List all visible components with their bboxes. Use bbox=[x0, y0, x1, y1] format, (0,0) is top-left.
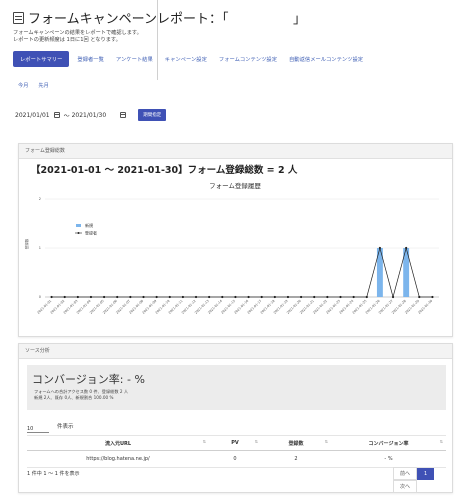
this-month-link[interactable]: 今月 bbox=[18, 82, 28, 89]
point-registrant[interactable] bbox=[89, 295, 93, 299]
tab-registrant-list[interactable]: 登録者一覧 bbox=[77, 55, 104, 63]
pagination-page-1[interactable]: 1 bbox=[417, 468, 435, 480]
cell-conversion-rate: - % bbox=[331, 450, 446, 468]
registration-card-header: フォーム登録総数 bbox=[19, 144, 452, 159]
period-links: 今月 先月 bbox=[18, 82, 49, 89]
chart-ylabel: 登録数 bbox=[24, 238, 29, 249]
point-registrant[interactable] bbox=[326, 295, 329, 299]
tab-survey-results[interactable]: アンケート結果 bbox=[116, 55, 153, 63]
point-registrant[interactable] bbox=[103, 295, 106, 299]
tab-report-summary[interactable]: レポートサマリー bbox=[13, 51, 70, 67]
point-registrant[interactable] bbox=[418, 295, 421, 299]
point-registrant[interactable] bbox=[142, 295, 145, 299]
series-line-registrant bbox=[51, 246, 433, 299]
y-tick-label: 0 bbox=[39, 295, 41, 299]
tab-autoreply-mail-settings[interactable]: 自動返信メールコンテンツ設定 bbox=[289, 55, 363, 63]
cell-source-url: https://blog.hatena.ne.jp/ bbox=[27, 450, 209, 468]
date-range-form: 2021/01/01 ～ 2021/01/30 期間指定 bbox=[15, 109, 167, 121]
source-analysis-card: ソース分析 コンバージョン率: - % フォームへの合計アクセス数 0 件、登録… bbox=[18, 343, 453, 493]
page-title-tail: 」 bbox=[293, 12, 307, 27]
table-row: https://blog.hatena.ne.jp/ 0 2 - % bbox=[27, 450, 446, 468]
point-registrant[interactable] bbox=[378, 246, 381, 250]
column-header-conversion-rate[interactable]: コンバージョン率 ⇅ bbox=[331, 435, 446, 451]
legend-swatch-new bbox=[76, 224, 81, 227]
point-registrant[interactable] bbox=[168, 295, 171, 299]
point-registrant[interactable] bbox=[129, 295, 132, 299]
point-registrant[interactable] bbox=[234, 295, 237, 299]
table-info: 1 件中 1 ～ 1 件を表示 bbox=[27, 471, 80, 477]
source-table: 流入元URL ⇅ PV ⇅ 登録数 ⇅ コンバージョン率 ⇅ https://blog.… bbox=[27, 435, 446, 468]
column-header-source-url[interactable]: 流入元URL ⇅ bbox=[27, 435, 209, 451]
cell-registrations: 2 bbox=[261, 450, 331, 468]
sort-icon[interactable]: ⇅ bbox=[203, 439, 206, 444]
column-header-pv[interactable]: PV ⇅ bbox=[209, 435, 261, 451]
y-tick-label: 1 bbox=[39, 246, 41, 250]
conversion-summary-box: コンバージョン率: - % フォームへの合計アクセス数 0 件、登録総数 2 人… bbox=[27, 365, 446, 410]
legend-label-registrant: 登録者 bbox=[85, 230, 97, 236]
pagination-prev[interactable]: 前へ bbox=[393, 467, 418, 480]
chart-title: フォーム登録履歴 bbox=[209, 181, 261, 190]
period-submit-button[interactable]: 期間指定 bbox=[138, 109, 167, 121]
legend-label-new: 新規 bbox=[85, 222, 93, 228]
point-registrant[interactable] bbox=[300, 295, 303, 299]
point-registrant[interactable] bbox=[221, 295, 224, 299]
registration-summary: 【2021-01-01 ～ 2021-01-30】フォーム登録総数 = 2 人 bbox=[31, 165, 298, 176]
point-registrant[interactable] bbox=[50, 295, 53, 299]
conversion-rate-title: コンバージョン率: - % bbox=[32, 373, 145, 386]
report-tabs: レポートサマリー 登録者一覧 アンケート結果 キャンペーン設定 フォームコンテン… bbox=[13, 51, 375, 67]
sort-icon[interactable]: ⇅ bbox=[255, 439, 258, 444]
tab-form-content-settings[interactable]: フォームコンテンツ設定 bbox=[219, 55, 277, 63]
point-registrant[interactable] bbox=[76, 295, 79, 299]
pagination: 前へ 1次へ bbox=[393, 467, 452, 493]
calendar-icon[interactable] bbox=[120, 112, 127, 118]
page-length-control: 10 件表示 bbox=[27, 418, 74, 433]
new-user-stats: 新規 2人、既存 0人、新規割合 100.00 % bbox=[34, 395, 114, 400]
date-to-input[interactable]: 2021/01/30 bbox=[72, 112, 107, 119]
page-title: フォームキャンペーンレポート：「 bbox=[28, 12, 229, 27]
report-icon bbox=[13, 11, 24, 24]
chart-legend[interactable]: 新規 登録者 bbox=[75, 222, 97, 236]
point-registrant[interactable] bbox=[260, 295, 263, 299]
registration-card: フォーム登録総数 【2021-01-01 ～ 2021-01-30】フォーム登録… bbox=[18, 143, 453, 337]
date-separator: ～ bbox=[63, 112, 70, 120]
sort-icon[interactable]: ⇅ bbox=[325, 439, 328, 444]
point-registrant[interactable] bbox=[431, 295, 434, 299]
point-registrant[interactable] bbox=[155, 295, 158, 299]
point-registrant[interactable] bbox=[63, 295, 66, 299]
divider bbox=[157, 0, 158, 80]
page-length-label: 件表示 bbox=[57, 423, 74, 430]
point-registrant[interactable] bbox=[116, 295, 119, 299]
column-header-registrations[interactable]: 登録数 ⇅ bbox=[261, 435, 331, 451]
cell-pv: 0 bbox=[209, 450, 261, 468]
point-registrant[interactable] bbox=[273, 295, 276, 299]
point-registrant[interactable] bbox=[391, 295, 395, 299]
tab-campaign-settings[interactable]: キャンペーン設定 bbox=[165, 55, 207, 63]
page-description: フォームキャンペーンの結果をレポートで確認します。 bbox=[13, 30, 142, 36]
sort-icon[interactable]: ⇅ bbox=[440, 439, 443, 444]
point-registrant[interactable] bbox=[365, 295, 368, 299]
update-frequency-note: レポートの更新頻度は 1日に1回 となります。 bbox=[13, 37, 121, 43]
x-tick-label: 2021-01-30 bbox=[417, 299, 433, 315]
date-from-input[interactable]: 2021/01/01 bbox=[15, 112, 50, 119]
point-registrant[interactable] bbox=[194, 295, 198, 299]
point-registrant[interactable] bbox=[352, 295, 355, 299]
table-header-row: 流入元URL ⇅ PV ⇅ 登録数 ⇅ コンバージョン率 ⇅ bbox=[27, 435, 446, 451]
point-registrant[interactable] bbox=[286, 295, 290, 299]
point-registrant[interactable] bbox=[405, 246, 408, 250]
calendar-icon[interactable] bbox=[53, 112, 60, 118]
point-registrant[interactable] bbox=[181, 295, 184, 299]
y-tick-label: 2 bbox=[39, 197, 41, 201]
pagination-next[interactable]: 次へ bbox=[393, 480, 418, 493]
legend-marker-registrant bbox=[77, 232, 80, 234]
point-registrant[interactable] bbox=[339, 295, 342, 299]
point-registrant[interactable] bbox=[208, 295, 211, 299]
last-month-link[interactable]: 先月 bbox=[38, 82, 48, 89]
page-length-select[interactable]: 10 bbox=[27, 426, 49, 433]
registration-chart: フォーム登録履歴 2021-01-012021-01-022021-01-032… bbox=[24, 181, 439, 315]
page-header: フォームキャンペーンレポート：「 bbox=[13, 8, 228, 27]
point-registrant[interactable] bbox=[313, 295, 316, 299]
point-registrant[interactable] bbox=[247, 295, 250, 299]
source-card-header: ソース分析 bbox=[19, 344, 452, 359]
